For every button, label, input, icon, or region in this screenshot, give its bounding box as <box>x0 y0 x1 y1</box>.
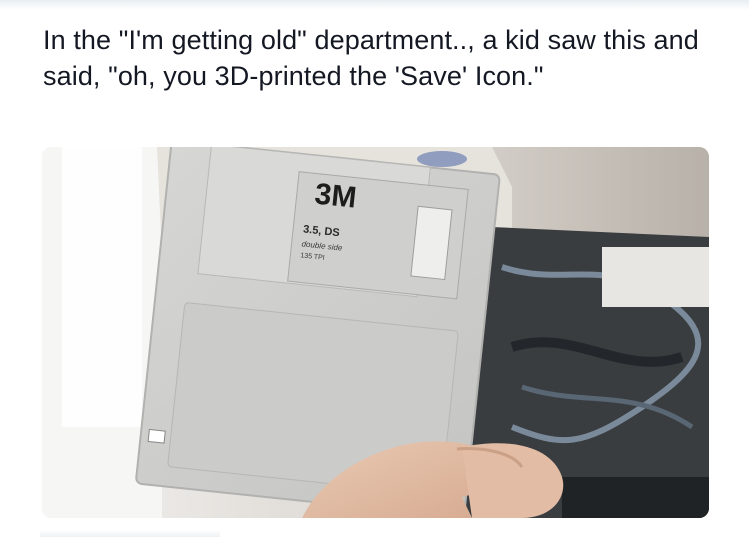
photo-scene: 3M 3.5, DS double side 135 TPI <box>42 147 709 518</box>
tweet-photo[interactable]: 3M 3.5, DS double side 135 TPI <box>42 147 709 518</box>
header-strip <box>0 0 749 10</box>
label-brand: 3M <box>313 178 358 215</box>
footer-strip <box>40 530 220 537</box>
tweet-text: In the "I'm getting old" department.., a… <box>43 25 699 91</box>
